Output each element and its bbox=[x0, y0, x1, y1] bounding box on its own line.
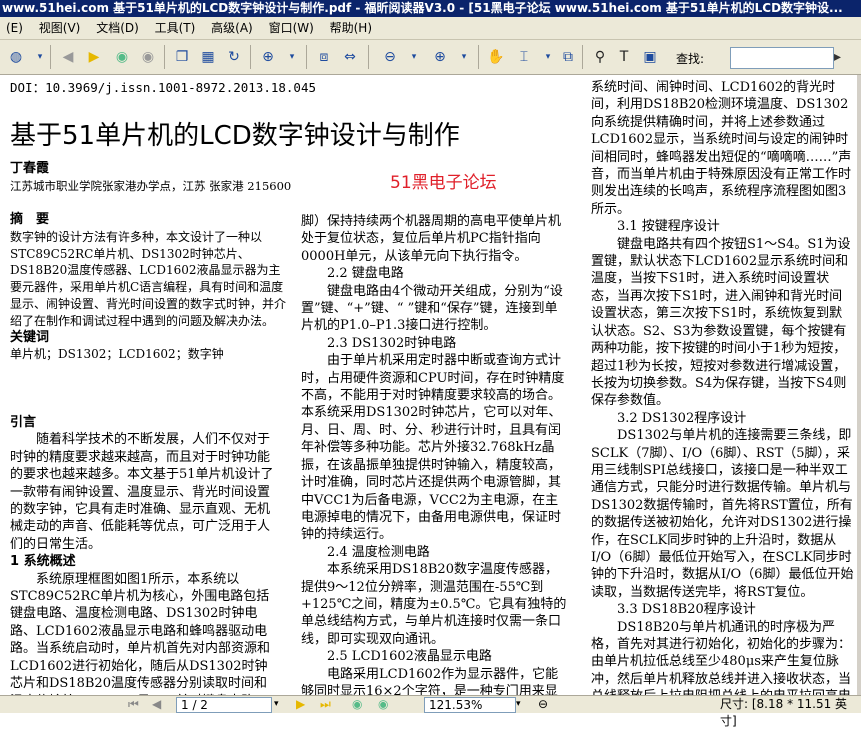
find-next-icon[interactable]: ▸ bbox=[834, 49, 841, 65]
chevron-down-icon[interactable]: ▾ bbox=[402, 45, 426, 69]
page-dropdown-icon[interactable]: ▾ bbox=[274, 696, 279, 713]
snapshot-icon[interactable]: ⧉ bbox=[556, 45, 580, 69]
paragraph: 电路采用LCD1602作为显示器件，它能够同时显示16×2个字符，是一种专门用来… bbox=[301, 666, 559, 695]
toolbar-divider bbox=[368, 45, 369, 69]
zoom-out-button-icon[interactable]: ⊖ bbox=[538, 696, 548, 713]
paragraph: 脚）保持持续两个机器周期的高电平使单片机处于复位状态，复位后单片机PC指针指向0… bbox=[301, 214, 562, 264]
section-heading: 3.1 按键程序设计 bbox=[617, 219, 720, 235]
left-column-lower: 引言 随着科学技术的不断发展，人们不仅对于时钟的精度要求越来越高，而且对于时钟功… bbox=[10, 414, 275, 695]
paper-title: 基于51单片机的LCD数字钟设计与制作 bbox=[10, 121, 460, 151]
watermark: 51黑电子论坛 bbox=[390, 173, 497, 193]
image-tool-icon[interactable]: ▣ bbox=[638, 45, 662, 69]
section-heading: 3.3 DS18B20程序设计 bbox=[617, 602, 756, 618]
section-heading: 2.3 DS1302时钟电路 bbox=[327, 335, 457, 351]
affiliation: 江苏城市职业学院张家港办学点，江苏 张家港 215600 bbox=[10, 179, 292, 193]
doi: DOI：10.3969/j.issn.1001-8972.2013.18.045 bbox=[10, 80, 316, 95]
toolbar-divider bbox=[582, 45, 583, 69]
next-page-button-icon[interactable]: ▶ bbox=[296, 696, 305, 713]
chevron-down-icon[interactable]: ▾ bbox=[452, 45, 476, 69]
zoom-in-icon[interactable]: ⊕ bbox=[428, 45, 452, 69]
page-size: 尺寸: [8.18 * 11.51 英寸] bbox=[720, 697, 848, 728]
section-heading: 2.2 键盘电路 bbox=[327, 266, 404, 282]
zoom-field[interactable]: 121.53% bbox=[424, 697, 516, 713]
page-icon[interactable]: ▦ bbox=[196, 45, 220, 69]
find-label: 查找: bbox=[676, 52, 705, 66]
globe-icon[interactable]: ◍ bbox=[4, 45, 28, 69]
section-heading: 3.2 DS1302程序设计 bbox=[617, 410, 747, 426]
prev-page-button-icon[interactable]: ◀ bbox=[152, 696, 161, 713]
back-button-icon[interactable]: ◉ bbox=[352, 696, 362, 713]
menu-window[interactable]: 窗口(W) bbox=[263, 17, 320, 39]
right-column: 系统时间、闹钟时间、LCD1602的背光时间，利用DS18B20检测环境温度、D… bbox=[591, 79, 855, 695]
section1-heading: 1 系统概述 bbox=[10, 554, 76, 570]
zoom-tool-icon[interactable]: ⊕ bbox=[256, 45, 280, 69]
text-tool-icon[interactable]: T bbox=[612, 45, 636, 69]
next-page-icon[interactable]: ▶ bbox=[82, 45, 106, 69]
paragraph: 键盘电路由4个微动开关组成，分别为“设置”键、“+”键、“ ”键和“保存”键，连… bbox=[301, 283, 563, 334]
toolbar-divider bbox=[250, 45, 251, 69]
menu-edit[interactable]: (E) bbox=[0, 17, 29, 39]
menu-help[interactable]: 帮助(H) bbox=[324, 17, 378, 39]
paragraph: 本系统采用DS18B20数字温度传感器，提供9～12位分辨率，测温范围在-55℃… bbox=[301, 562, 567, 647]
find-icon[interactable]: ⚲ bbox=[588, 45, 612, 69]
back-icon[interactable]: ◉ bbox=[110, 45, 134, 69]
section-heading: 2.4 温度检测电路 bbox=[327, 544, 430, 560]
rotate-icon[interactable]: ↻ bbox=[222, 45, 246, 69]
document-viewport[interactable]: DOI：10.3969/j.issn.1001-8972.2013.18.045… bbox=[0, 75, 861, 695]
intro-text: 随着科学技术的不断发展，人们不仅对于时钟的精度要求越来越高，而且对于时钟功能的要… bbox=[10, 432, 274, 552]
paragraph: DS1302与单片机的连接需要三条线，即SCLK（7脚）、I/O（6脚）、RST… bbox=[591, 428, 854, 600]
section1-text: 系统原理框图如图1所示，本系统以STC89C52RC单片机为核心，外围电路包括键… bbox=[10, 571, 271, 695]
abstract-text: 数字钟的设计方法有许多种，本文设计了一种以STC89C52RC单片机、DS130… bbox=[10, 229, 287, 328]
keywords-text: 单片机；DS1302；LCD1602；数字钟 bbox=[10, 347, 224, 362]
fit-width-icon[interactable]: ⇔ bbox=[338, 45, 362, 69]
find-input[interactable] bbox=[730, 47, 834, 69]
copy-icon[interactable]: ❐ bbox=[170, 45, 194, 69]
status-bar: ⏮ ◀ 1 / 2 ▾ ▶ ⏭ ◉ ◉ 121.53% ▾ ⊖ 尺寸: [8.1… bbox=[0, 695, 861, 728]
menu-advanced[interactable]: 高级(A) bbox=[205, 17, 259, 39]
left-column: 摘 要 数字钟的设计方法有许多种，本文设计了一种以STC89C52RC单片机、D… bbox=[10, 212, 292, 363]
paragraph: 由于单片机采用定时器中断或查询方式计时，占用硬件资源和CPU时间，存在时钟精度不… bbox=[301, 353, 565, 543]
chevron-down-icon[interactable]: ▾ bbox=[280, 45, 304, 69]
toolbar-divider bbox=[478, 45, 479, 69]
forward-button-icon[interactable]: ◉ bbox=[378, 696, 388, 713]
section-heading: 2.5 LCD1602液晶显示电路 bbox=[327, 649, 492, 665]
first-page-icon[interactable]: ◀ bbox=[56, 45, 80, 69]
first-page-button-icon[interactable]: ⏮ bbox=[128, 696, 139, 713]
chevron-down-icon[interactable]: ▾ bbox=[28, 45, 52, 69]
forward-icon[interactable]: ◉ bbox=[136, 45, 160, 69]
menu-tools[interactable]: 工具(T) bbox=[149, 17, 202, 39]
toolbar-divider bbox=[50, 45, 51, 69]
window-title-bar: www.51hei.com 基于51单片机的LCD数字钟设计与制作.pdf - … bbox=[0, 0, 861, 17]
paragraph: 系统时间、闹钟时间、LCD1602的背光时间，利用DS18B20检测环境温度、D… bbox=[591, 80, 852, 217]
toolbar-divider bbox=[164, 45, 165, 69]
last-page-button-icon[interactable]: ⏭ bbox=[320, 696, 331, 713]
page-number-field[interactable]: 1 / 2 bbox=[176, 697, 272, 713]
abstract-heading: 摘 要 bbox=[10, 212, 50, 227]
hand-tool-icon[interactable]: ✋ bbox=[484, 45, 508, 69]
author: 丁春霞 bbox=[10, 161, 50, 176]
menu-view[interactable]: 视图(V) bbox=[33, 17, 87, 39]
paragraph: 键盘电路共有四个按钮S1～S4。S1为设置键，默认状态下LCD1602显示系统时… bbox=[591, 236, 851, 409]
main-toolbar: ◍ ▾ ◀ ▶ ◉ ◉ ❐ ▦ ↻ ⊕ ▾ ⧈ ⇔ ⊖ ▾ ⊕ ▾ ✋ ⌶ ▾ … bbox=[0, 40, 861, 75]
vertical-scrollbar[interactable] bbox=[857, 75, 861, 695]
fit-page-icon[interactable]: ⧈ bbox=[312, 45, 336, 69]
toolbar-divider bbox=[306, 45, 307, 69]
menu-bar: (E) 视图(V) 文档(D) 工具(T) 高级(A) 窗口(W) 帮助(H) bbox=[0, 17, 861, 40]
zoom-dropdown-icon[interactable]: ▾ bbox=[516, 696, 521, 713]
select-tool-icon[interactable]: ⌶ bbox=[512, 45, 536, 69]
intro-heading: 引言 bbox=[10, 415, 37, 430]
menu-document[interactable]: 文档(D) bbox=[90, 17, 145, 39]
window-title: www.51hei.com 基于51单片机的LCD数字钟设计与制作.pdf - … bbox=[2, 1, 843, 15]
zoom-out-icon[interactable]: ⊖ bbox=[378, 45, 402, 69]
middle-column: 脚）保持持续两个机器周期的高电平使单片机处于复位状态，复位后单片机PC指针指向0… bbox=[301, 213, 568, 695]
paragraph: DS18B20与单片机通讯的时序极为严格，首先对其进行初始化，初始化的步骤为：由… bbox=[591, 619, 852, 695]
keywords-heading: 关键词 bbox=[10, 329, 50, 345]
